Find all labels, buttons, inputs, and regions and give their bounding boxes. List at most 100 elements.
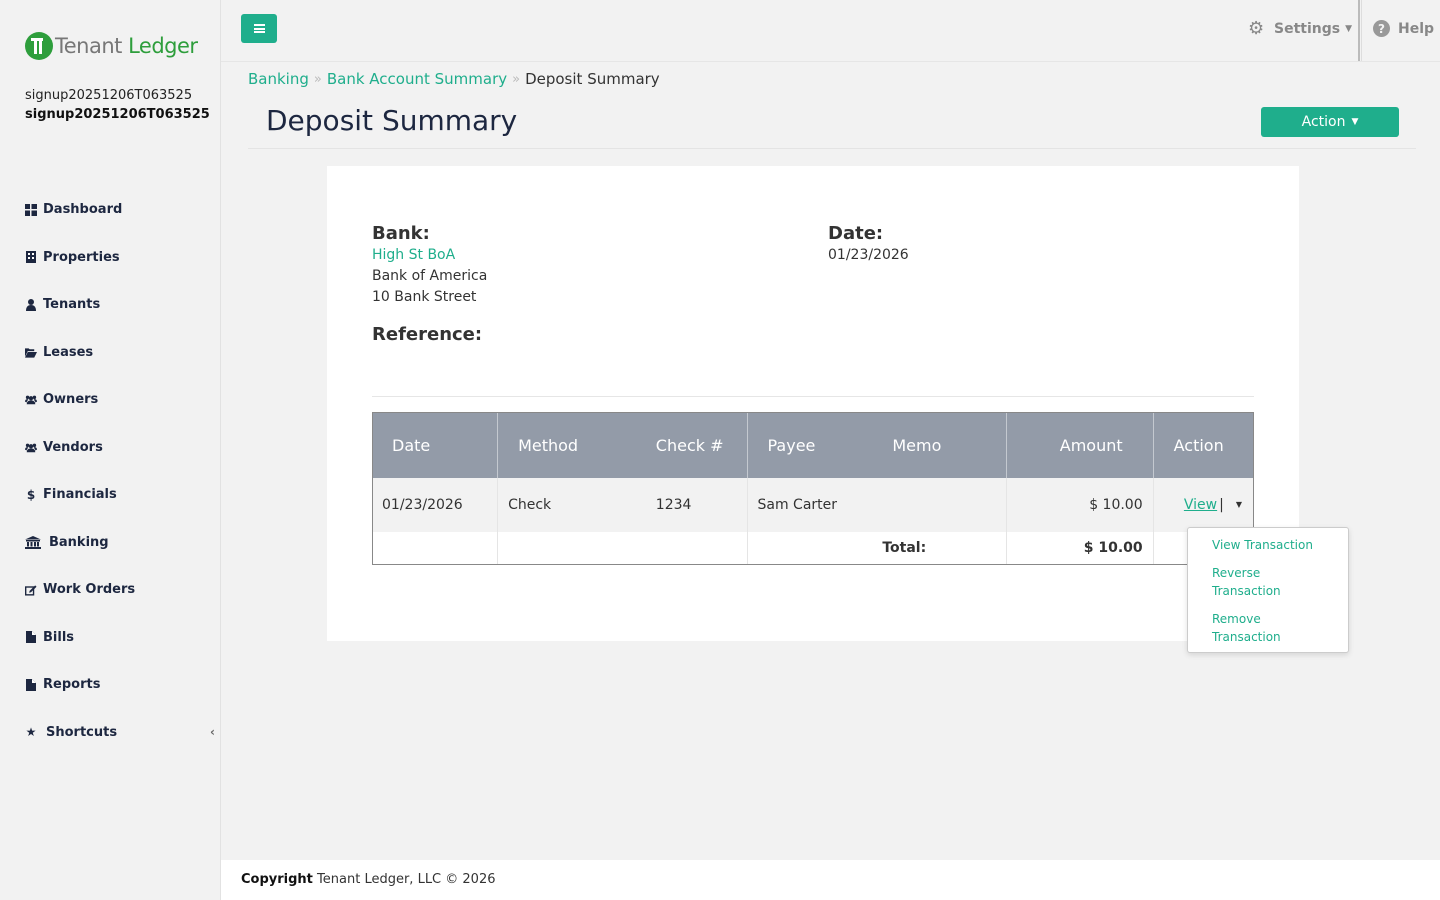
breadcrumb-banking[interactable]: Banking <box>248 70 309 88</box>
chevron-left-icon[interactable]: ‹ <box>210 725 215 739</box>
transactions-table: Date Method Check # Payee Memo Amount Ac… <box>372 412 1254 564</box>
total-value: $ 10.00 <box>1006 532 1154 564</box>
col-header-amount[interactable]: Amount <box>1006 412 1154 478</box>
star-icon: ★ <box>25 725 37 740</box>
footer-copyright-label: Copyright <box>241 872 313 887</box>
topbar-divider <box>1358 0 1362 61</box>
sidebar-item-label: Vendors <box>43 439 103 455</box>
caret-down-icon[interactable]: ▼ <box>1236 500 1242 509</box>
bank-label: Bank: <box>372 223 430 244</box>
sidebar-item-label: Banking <box>49 534 109 550</box>
card-divider <box>372 396 1254 397</box>
table-row: 01/23/2026 Check 1234 Sam Carter $ 10.00… <box>372 478 1254 532</box>
sidebar-item-label: Tenants <box>43 297 101 313</box>
col-header-method[interactable]: Method <box>497 412 642 478</box>
breadcrumb-separator-icon: » <box>313 71 322 87</box>
question-circle-icon: ? <box>1373 20 1390 37</box>
breadcrumb-current: Deposit Summary <box>525 70 660 88</box>
settings-label: Settings <box>1274 21 1341 37</box>
sidebar-item-financials[interactable]: $ Financials <box>25 471 215 519</box>
bank-icon <box>25 535 41 549</box>
date-label: Date: <box>828 223 884 244</box>
settings-dropdown[interactable]: ⚙ Settings ▼ <box>1248 20 1352 38</box>
users-icon <box>25 441 37 453</box>
sidebar-item-leases[interactable]: Leases <box>25 329 215 377</box>
page-title: Deposit Summary <box>266 104 518 137</box>
sidebar-item-label: Leases <box>43 344 94 360</box>
user-icon <box>25 298 37 311</box>
col-header-check[interactable]: Check # <box>641 412 748 478</box>
col-header-memo[interactable]: Memo <box>872 412 1008 478</box>
users-icon <box>25 394 37 406</box>
menu-item-view-transaction[interactable]: View Transaction <box>1212 536 1322 554</box>
cell-check: 1234 <box>641 478 748 532</box>
user-display-name: signup20251206T063525 <box>25 107 210 122</box>
breadcrumb-bank-account-summary[interactable]: Bank Account Summary <box>327 70 507 88</box>
sidebar-item-vendors[interactable]: Vendors <box>25 424 215 472</box>
sidebar-item-banking[interactable]: Banking <box>25 519 215 567</box>
gear-icon: ⚙ <box>1248 18 1265 39</box>
cell-payee: Sam Carter <box>747 478 873 532</box>
file-icon <box>25 678 37 691</box>
caret-down-icon: ▼ <box>1351 117 1359 127</box>
footer-text: Tenant Ledger, LLC © 2026 <box>317 872 496 887</box>
menu-item-reverse-transaction[interactable]: Reverse Transaction <box>1212 564 1322 600</box>
sidebar-item-bills[interactable]: Bills <box>25 614 215 662</box>
sidebar-item-properties[interactable]: Properties <box>25 234 215 282</box>
sidebar-item-dashboard[interactable]: Dashboard <box>25 186 215 234</box>
logo[interactable]: Tenant Ledger <box>25 32 198 60</box>
building-icon <box>25 251 37 264</box>
dashboard-icon <box>25 203 37 216</box>
logo-icon <box>25 32 53 60</box>
reference-label: Reference: <box>372 324 483 345</box>
view-link[interactable]: View <box>1184 497 1217 513</box>
sidebar-item-tenants[interactable]: Tenants <box>25 281 215 329</box>
logo-text-tenant: Tenant <box>55 34 122 58</box>
sidebar: Tenant Ledger signup20251206T063525 sign… <box>0 0 221 900</box>
date-value: 01/23/2026 <box>828 247 909 263</box>
table-total-row: Total: $ 10.00 <box>372 532 1254 564</box>
sidebar-item-reports[interactable]: Reports <box>25 661 215 709</box>
topbar-divider-line <box>221 61 1440 62</box>
file-icon <box>25 631 37 644</box>
menu-toggle-button[interactable] <box>241 14 277 43</box>
cell-memo <box>872 478 1008 532</box>
col-header-payee[interactable]: Payee <box>747 412 873 478</box>
footer: Copyright Tenant Ledger, LLC © 2026 <box>221 860 1440 900</box>
col-header-date[interactable]: Date <box>372 412 499 478</box>
sidebar-nav: Dashboard Properties Tenants Leases Owne… <box>25 186 215 756</box>
total-label: Total: <box>872 532 1008 564</box>
menu-item-remove-transaction[interactable]: Remove Transaction <box>1212 610 1322 646</box>
help-link[interactable]: ? Help <box>1373 20 1434 37</box>
cell-method: Check <box>497 478 642 532</box>
sidebar-item-shortcuts[interactable]: ★ Shortcuts ‹ <box>25 709 215 757</box>
sidebar-item-owners[interactable]: Owners <box>25 376 215 424</box>
hamburger-icon <box>253 24 265 33</box>
action-button-label: Action <box>1301 114 1346 130</box>
sidebar-item-work-orders[interactable]: Work Orders <box>25 566 215 614</box>
title-divider <box>248 148 1416 149</box>
caret-down-icon: ▼ <box>1345 24 1353 34</box>
bank-institution: Bank of America <box>372 268 488 284</box>
breadcrumb: Banking » Bank Account Summary » Deposit… <box>248 70 660 88</box>
cell-amount: $ 10.00 <box>1006 478 1154 532</box>
sidebar-item-label: Owners <box>43 392 99 408</box>
split-divider: | <box>1219 497 1224 513</box>
action-dropdown-menu: View Transaction Reverse Transaction Rem… <box>1187 527 1349 653</box>
edit-icon <box>25 584 37 596</box>
cell-date: 01/23/2026 <box>372 478 499 532</box>
cell-action: View | ▼ <box>1153 478 1254 532</box>
sidebar-item-label: Properties <box>43 249 120 265</box>
bank-account-link[interactable]: High St BoA <box>372 247 455 263</box>
user-account-name: signup20251206T063525 <box>25 88 193 103</box>
dollar-icon: $ <box>26 487 36 502</box>
deposit-summary-card: Bank: High St BoA Bank of America 10 Ban… <box>327 166 1299 641</box>
sidebar-item-label: Dashboard <box>43 202 123 218</box>
logo-text-ledger: Ledger <box>128 34 198 58</box>
action-dropdown-button[interactable]: Action ▼ <box>1261 107 1399 137</box>
bank-address: 10 Bank Street <box>372 289 477 305</box>
sidebar-item-label: Financials <box>43 487 117 503</box>
sidebar-item-label: Bills <box>43 629 75 645</box>
help-label: Help <box>1398 20 1435 37</box>
folder-open-icon <box>25 346 37 358</box>
